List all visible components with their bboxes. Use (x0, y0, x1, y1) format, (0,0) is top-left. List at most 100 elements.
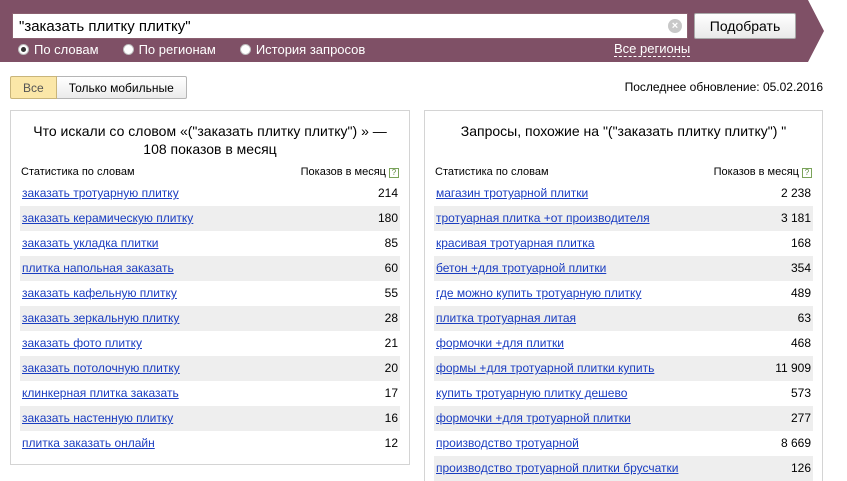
mode-by-regions[interactable]: По регионам (122, 41, 216, 57)
mode-label: По словам (34, 41, 99, 57)
query-link[interactable]: формочки +для тротуарной плитки (436, 411, 631, 425)
table-header: Статистика по словам Показов в месяц? (21, 166, 399, 182)
impressions-count: 489 (790, 286, 811, 300)
radio-icon[interactable] (122, 43, 134, 55)
impressions-count: 3 181 (780, 211, 811, 225)
table-row: магазин тротуарной плитки 2 238 (434, 181, 813, 206)
column-count-header: Показов в месяц? (714, 166, 812, 178)
impressions-count: 63 (797, 311, 811, 325)
all-regions-link[interactable]: Все регионы (614, 41, 691, 57)
impressions-count: 468 (790, 336, 811, 350)
query-link[interactable]: формочки +для плитки (436, 336, 564, 350)
query-link[interactable]: заказать потолочную плитку (22, 361, 180, 375)
search-header: × Подобрать По словам По регионам Истори… (0, 0, 847, 62)
column-count-label: Показов в месяц (713, 166, 799, 178)
filter-all-button[interactable]: Все (10, 76, 57, 99)
mode-label: История запросов (255, 41, 366, 57)
query-link[interactable]: плитка напольная заказать (22, 261, 174, 275)
table-row: заказать фото плитку 21 (20, 331, 400, 356)
query-link[interactable]: формы +для тротуарной плитки купить (436, 361, 654, 375)
table-row: заказать потолочную плитку 20 (20, 356, 400, 381)
mode-selector: По словам По регионам История запросов (18, 41, 389, 57)
impressions-count: 277 (790, 411, 811, 425)
impressions-count: 16 (384, 411, 398, 425)
impressions-count: 12 (384, 436, 398, 450)
query-link[interactable]: магазин тротуарной плитки (436, 186, 588, 200)
mode-query-history[interactable]: История запросов (239, 41, 366, 57)
query-link[interactable]: заказать укладка плитки (22, 236, 158, 250)
table-row: заказать настенную плитку 16 (20, 406, 400, 431)
impressions-count: 2 238 (780, 186, 811, 200)
table-row: формы +для тротуарной плитки купить 11 90… (434, 356, 813, 381)
impressions-count: 168 (790, 236, 811, 250)
query-link[interactable]: производство тротуарной плитки брусчатки (436, 461, 678, 475)
radio-icon[interactable] (239, 43, 251, 55)
table-row: клинкерная плитка заказать 17 (20, 381, 400, 406)
table-row: красивая тротуарная плитка 168 (434, 231, 813, 256)
column-count-label: Показов в месяц (300, 166, 386, 178)
last-update-text: Последнее обновление: 05.02.2016 (624, 80, 823, 94)
search-input[interactable] (13, 14, 663, 38)
table-row: купить тротуарную плитку дешево 573 (434, 381, 813, 406)
query-link[interactable]: бетон +для тротуарной плитки (436, 261, 606, 275)
mode-by-words[interactable]: По словам (18, 42, 99, 57)
impressions-count: 126 (790, 461, 811, 475)
query-link[interactable]: заказать керамическую плитку (22, 211, 193, 225)
query-link[interactable]: заказать зеркальную плитку (22, 311, 179, 325)
impressions-count: 11 909 (775, 361, 811, 375)
query-link[interactable]: заказать настенную плитку (22, 411, 173, 425)
query-link[interactable]: тротуарная плитка +от производителя (436, 211, 650, 225)
impressions-count: 214 (377, 186, 398, 200)
query-link[interactable]: производство тротуарной (436, 436, 579, 450)
query-link[interactable]: заказать кафельную плитку (22, 286, 177, 300)
impressions-count: 180 (377, 211, 398, 225)
query-link[interactable]: заказать фото плитку (22, 336, 142, 350)
column-query-header: Статистика по словам (21, 166, 135, 178)
help-icon[interactable]: ? (802, 168, 812, 178)
table-row: тротуарная плитка +от производителя 3 181 (434, 206, 813, 231)
impressions-count: 8 669 (780, 436, 811, 450)
impressions-count: 28 (384, 311, 398, 325)
table-row: плитка напольная заказать 60 (20, 256, 400, 281)
column-count-header: Показов в месяц? (301, 166, 399, 178)
similar-queries-panel: Запросы, похожие на "("заказать плитку п… (424, 110, 823, 481)
panel-title: Запросы, похожие на "("заказать плитку п… (460, 123, 787, 139)
table-row: формочки +для тротуарной плитки 277 (434, 406, 813, 431)
table-row: производство тротуарной плитки брусчатки… (434, 456, 813, 481)
impressions-count: 85 (384, 236, 398, 250)
clear-icon[interactable]: × (668, 19, 682, 33)
mode-label: По регионам (138, 41, 216, 57)
table-row: где можно купить тротуарную плитку 489 (434, 281, 813, 306)
query-link[interactable]: плитка заказать онлайн (22, 436, 155, 450)
left-results-table: заказать тротуарную плитку 214 заказать ке… (20, 181, 400, 456)
impressions-count: 60 (384, 261, 398, 275)
impressions-count: 20 (384, 361, 398, 375)
query-link[interactable]: заказать тротуарную плитку (22, 186, 179, 200)
impressions-count: 354 (790, 261, 811, 275)
table-row: плитка тротуарная литая 63 (434, 306, 813, 331)
search-field[interactable]: × (12, 13, 688, 39)
table-row: производство тротуарной 8 669 (434, 431, 813, 456)
table-row: заказать зеркальную плитку 28 (20, 306, 400, 331)
table-header: Статистика по словам Показов в месяц? (435, 166, 812, 182)
device-filter: Все Только мобильные (10, 76, 187, 99)
column-query-header: Статистика по словам (435, 166, 549, 178)
right-results-table: магазин тротуарной плитки 2 238 тротуарная… (434, 181, 813, 481)
impressions-count: 21 (384, 336, 398, 350)
submit-button[interactable]: Подобрать (694, 13, 796, 39)
impressions-count: 55 (384, 286, 398, 300)
impressions-count: 573 (790, 386, 811, 400)
help-icon[interactable]: ? (389, 168, 399, 178)
panel-title: Что искали со словом «("заказать плитку … (33, 123, 387, 157)
query-link[interactable]: красивая тротуарная плитка (436, 236, 595, 250)
impressions-count: 17 (384, 386, 398, 400)
table-row: плитка заказать онлайн 12 (20, 431, 400, 456)
query-link[interactable]: клинкерная плитка заказать (22, 386, 179, 400)
table-row: формочки +для плитки 468 (434, 331, 813, 356)
radio-icon[interactable] (18, 43, 29, 55)
query-link[interactable]: купить тротуарную плитку дешево (436, 386, 627, 400)
query-link[interactable]: где можно купить тротуарную плитку (436, 286, 641, 300)
query-link[interactable]: плитка тротуарная литая (436, 311, 576, 325)
table-row: бетон +для тротуарной плитки 354 (434, 256, 813, 281)
filter-mobile-button[interactable]: Только мобильные (56, 76, 187, 99)
